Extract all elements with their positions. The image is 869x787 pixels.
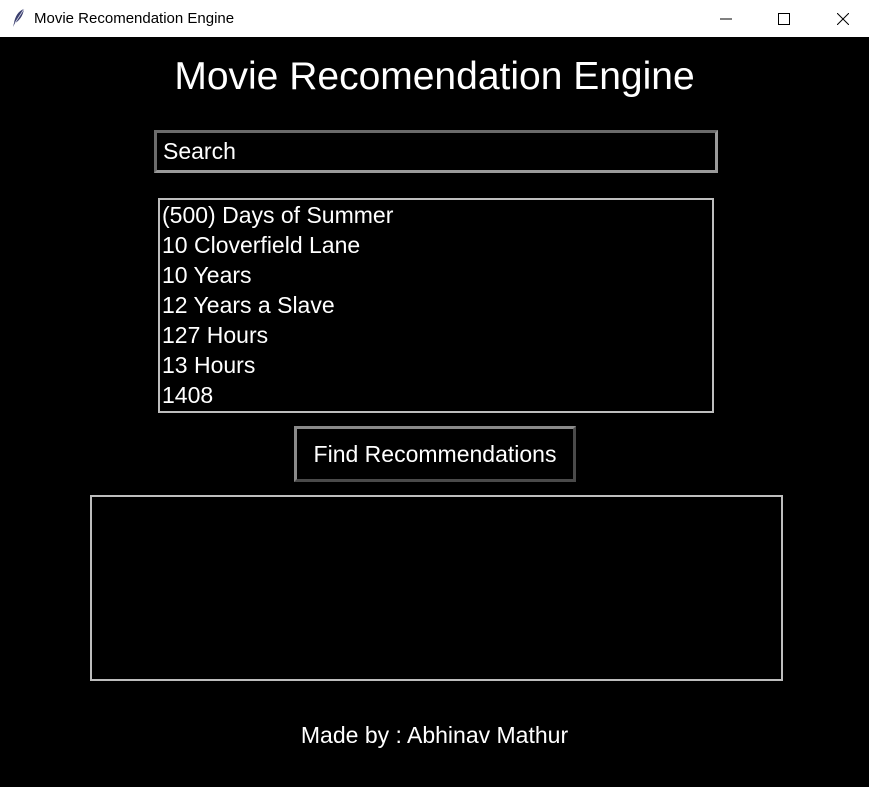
- close-button[interactable]: [814, 0, 869, 37]
- page-title: Movie Recomendation Engine: [174, 55, 695, 98]
- list-item[interactable]: 127 Hours: [160, 320, 712, 350]
- recommendations-output[interactable]: [90, 495, 783, 681]
- find-recommendations-button[interactable]: Find Recommendations: [294, 426, 576, 482]
- list-item[interactable]: 10 Years: [160, 260, 712, 290]
- list-item[interactable]: 12 Years a Slave: [160, 290, 712, 320]
- app-body: Movie Recomendation Engine (500) Days of…: [0, 37, 869, 787]
- feather-icon: [12, 8, 26, 28]
- list-item[interactable]: 13 Hours: [160, 350, 712, 380]
- list-item[interactable]: 1408: [160, 380, 712, 410]
- list-item[interactable]: (500) Days of Summer: [160, 200, 712, 230]
- minimize-button[interactable]: [697, 0, 755, 37]
- minimize-icon: [720, 18, 732, 19]
- credit-label: Made by : Abhinav Mathur: [300, 722, 569, 748]
- close-icon: [837, 12, 849, 25]
- window-title: Movie Recomendation Engine: [34, 10, 235, 27]
- app-window: Movie Recomendation Engine Movie Recomen…: [0, 0, 869, 787]
- title-bar[interactable]: Movie Recomendation Engine: [0, 0, 869, 37]
- maximize-icon: [778, 12, 790, 25]
- movie-listbox[interactable]: (500) Days of Summer 10 Cloverfield Lane 1…: [158, 198, 714, 413]
- maximize-button[interactable]: [755, 0, 813, 37]
- search-input[interactable]: [154, 130, 718, 173]
- list-item[interactable]: 10 Cloverfield Lane: [160, 230, 712, 260]
